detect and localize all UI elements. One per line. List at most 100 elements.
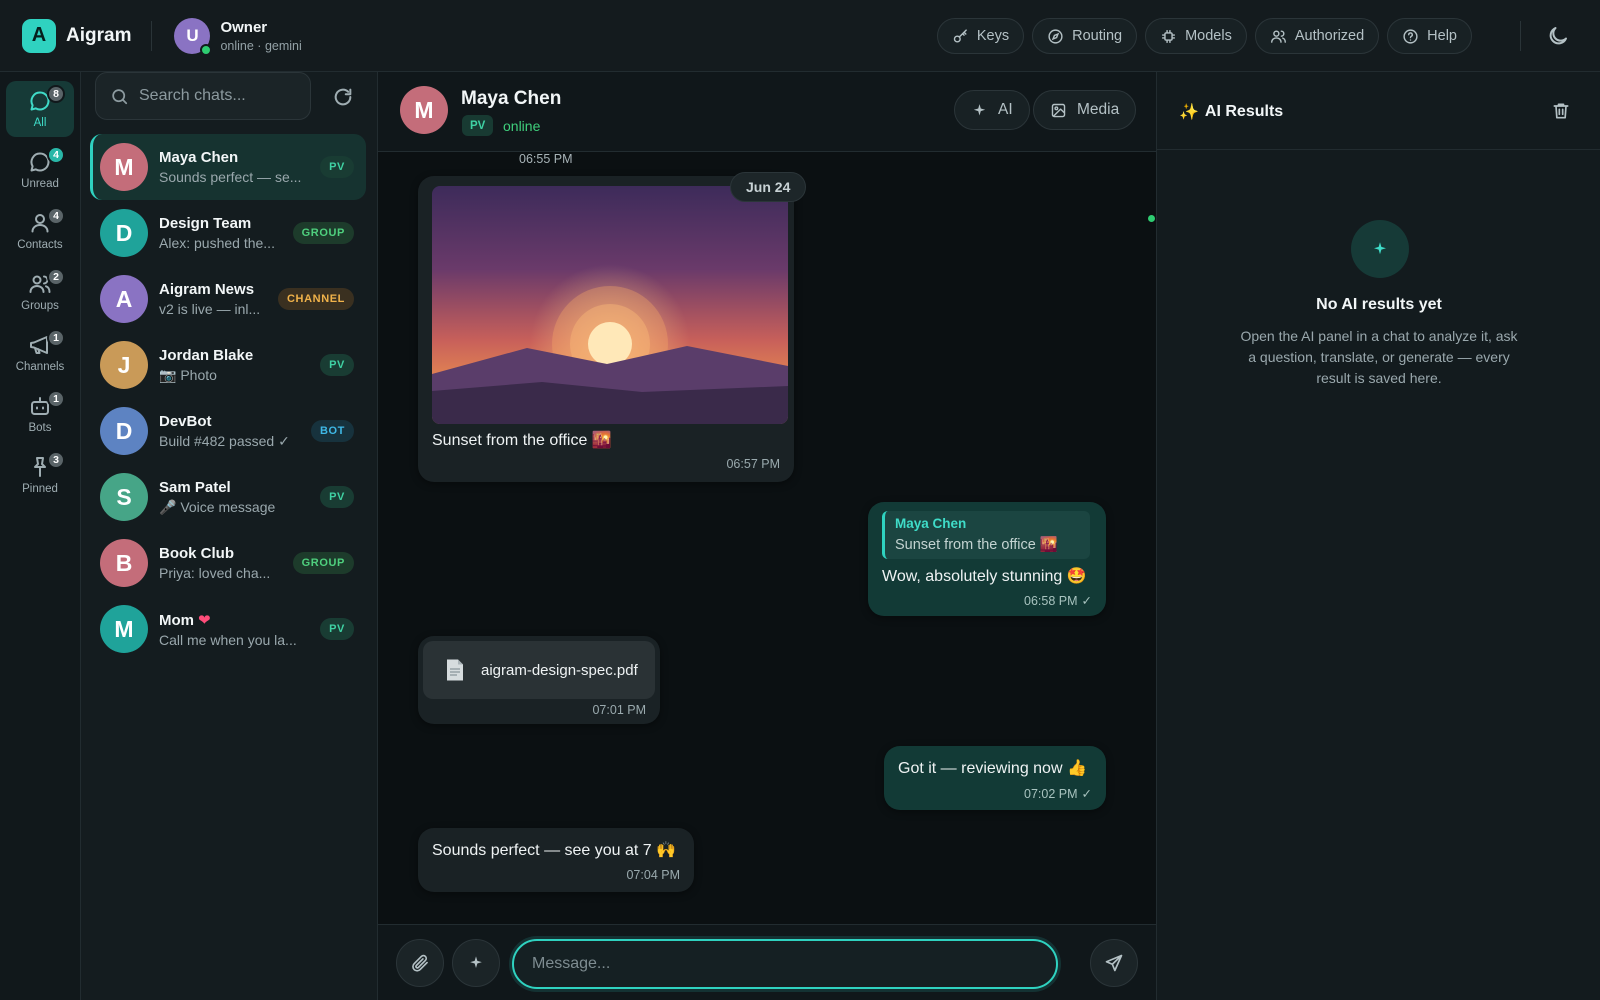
top-bar: A Aigram U Owner online · gemini Keys Ro… <box>0 0 1600 72</box>
avatar: M <box>100 143 148 191</box>
chat-item-sam-patel[interactable]: S Sam Patel 🎤 Voice message PV <box>90 464 366 530</box>
ai-empty-icon <box>1351 220 1409 278</box>
document-icon <box>445 658 465 682</box>
avatar: S <box>100 473 148 521</box>
check-icon: ✓ <box>1081 787 1092 801</box>
message-input[interactable] <box>532 955 1032 973</box>
ai-results-panel: ✨ AI Results No AI results yet Open the … <box>1156 72 1600 1000</box>
conversation-header: M Maya Chen PV online AI Media <box>378 72 1156 152</box>
count-badge: 1 <box>47 390 65 408</box>
divider <box>1520 21 1521 51</box>
chat-type-badge: PV <box>462 115 494 136</box>
owner-profile[interactable]: U Owner online · gemini <box>174 17 302 56</box>
media-button[interactable]: Media <box>1033 90 1137 130</box>
send-button[interactable] <box>1090 939 1138 987</box>
brand[interactable]: A Aigram <box>22 18 132 53</box>
chip-icon <box>1160 28 1177 45</box>
message-text: Sounds perfect — see you at 7 🙌 <box>432 842 677 859</box>
rail-label: All <box>33 117 47 129</box>
rail-item-all[interactable]: All 8 <box>6 81 74 137</box>
count-badge: 3 <box>47 451 65 469</box>
search-input[interactable] <box>139 87 299 105</box>
search-box[interactable] <box>95 72 311 120</box>
chat-item-jordan-blake[interactable]: J Jordan Blake 📷 Photo PV <box>90 332 366 398</box>
incoming-message[interactable]: Sounds perfect — see you at 7 🙌 07:04 PM <box>418 828 694 892</box>
reply-quote-name: Maya Chen <box>895 516 967 531</box>
reply-quote[interactable]: Maya Chen Sunset from the office 🌇 <box>882 511 1090 559</box>
chat-item-devbot[interactable]: D DevBot Build #482 passed ✓ BOT <box>90 398 366 464</box>
avatar[interactable]: M <box>400 86 448 134</box>
chat-item-book-club[interactable]: B Book Club Priya: loved cha... GROUP <box>90 530 366 596</box>
chat-type-badge: BOT <box>310 420 354 442</box>
sparkle-icon <box>971 102 988 119</box>
conversation-title[interactable]: Maya Chen <box>461 88 561 110</box>
count-badge: 8 <box>47 85 65 103</box>
message-text: Got it — reviewing now 👍 <box>898 760 1087 777</box>
message-time: 06:57 PM <box>726 457 780 471</box>
rail-item-channels[interactable]: Channels 1 <box>6 325 74 381</box>
chat-type-badge: PV <box>320 354 354 376</box>
date-chip: Jun 24 <box>730 172 807 202</box>
chat-preview: Priya: loved cha... <box>159 565 271 581</box>
models-button[interactable]: Models <box>1145 18 1247 54</box>
help-button[interactable]: Help <box>1387 18 1472 54</box>
authorized-label: Authorized <box>1294 28 1365 44</box>
reply-quote-text: Sunset from the office 🌇 <box>895 537 1058 553</box>
refresh-icon[interactable] <box>332 86 354 108</box>
ai-button[interactable]: AI <box>954 90 1030 130</box>
rail-item-unread[interactable]: Unread 4 <box>6 142 74 198</box>
empty-state-text: Open the AI panel in a chat to analyze i… <box>1240 328 1518 386</box>
moon-icon[interactable] <box>1546 24 1570 48</box>
app-name: Aigram <box>66 24 132 46</box>
sparkle-icon <box>466 953 486 973</box>
chat-type-badge: GROUP <box>292 222 354 244</box>
message-input-wrapper <box>512 939 1058 989</box>
chat-name: Jordan Blake <box>159 346 254 364</box>
time-text: 06:58 PM <box>1024 594 1078 608</box>
chat-list-panel: M Maya Chen Sounds perfect — se... PV D … <box>81 72 378 1000</box>
count-badge: 2 <box>47 268 65 286</box>
chat-name: Maya Chen <box>159 149 239 166</box>
outgoing-reply-message[interactable]: Maya Chen Sunset from the office 🌇 Wow, … <box>868 502 1106 616</box>
keys-button[interactable]: Keys <box>936 18 1025 54</box>
sparkles-icon: ✨ <box>1179 104 1199 121</box>
authorized-button[interactable]: Authorized <box>1254 18 1380 54</box>
empty-state-title: No AI results yet <box>1316 296 1442 313</box>
attach-button[interactable] <box>396 939 444 987</box>
chat-preview: 🎤 Voice message <box>159 498 276 515</box>
rail-item-bots[interactable]: Bots 1 <box>6 386 74 442</box>
keys-label: Keys <box>976 28 1010 44</box>
sunset-photo[interactable] <box>432 186 788 424</box>
chat-item-design-team[interactable]: D Design Team Alex: pushed the... GROUP <box>90 200 366 266</box>
photo-message[interactable]: Sunset from the office 🌇 06:57 PM <box>418 176 794 482</box>
message-time: 07:01 PM <box>592 703 646 717</box>
count-badge: 4 <box>47 146 65 164</box>
chat-type-badge: PV <box>320 618 354 640</box>
chat-item-mom[interactable]: M Mom ❤ Call me when you la... PV <box>90 596 366 662</box>
ai-compose-button[interactable] <box>452 939 500 987</box>
avatar: D <box>100 407 148 455</box>
help-icon <box>1402 28 1419 45</box>
file-name: aigram-design-spec.pdf <box>481 661 638 679</box>
chat-preview: Call me when you la... <box>159 631 297 648</box>
check-icon: ✓ <box>1081 594 1092 608</box>
chat-item-maya-chen[interactable]: M Maya Chen Sounds perfect — se... PV <box>90 134 366 200</box>
trash-icon[interactable] <box>1551 101 1571 121</box>
app-logo: A <box>22 18 56 53</box>
online-indicator <box>200 43 213 56</box>
routing-button[interactable]: Routing <box>1032 18 1138 54</box>
rail-item-contacts[interactable]: Contacts 4 <box>6 203 74 259</box>
chat-item-aigram-news[interactable]: A Aigram News v2 is live — inl... CHANNE… <box>90 266 366 332</box>
message-time: 06:58 PM ✓ <box>1024 593 1092 608</box>
file-message[interactable]: aigram-design-spec.pdf 07:01 PM <box>418 636 660 724</box>
chat-name: DevBot <box>159 412 212 430</box>
models-label: Models <box>1185 28 1232 44</box>
file-attachment[interactable]: aigram-design-spec.pdf <box>423 641 655 699</box>
rail-item-pinned[interactable]: Pinned 3 <box>6 447 74 503</box>
rail-item-groups[interactable]: Groups 2 <box>6 264 74 320</box>
outgoing-message[interactable]: Got it — reviewing now 👍 07:02 PM ✓ <box>884 746 1106 810</box>
message-time: 06:55 PM <box>519 152 573 166</box>
count-badge: 4 <box>47 207 65 225</box>
rail-label: Bots <box>28 422 52 434</box>
message-time: 07:04 PM <box>626 868 680 882</box>
